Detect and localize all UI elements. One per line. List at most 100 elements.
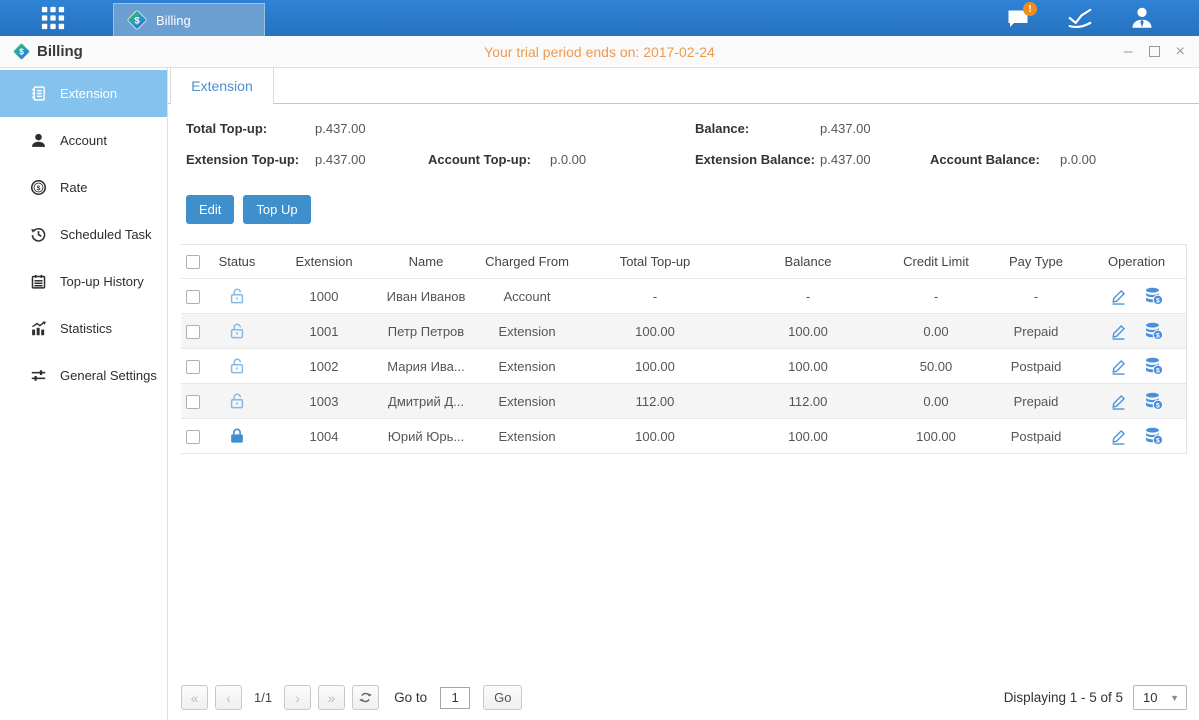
cell-balance: 100.00 <box>729 429 887 444</box>
refresh-icon <box>358 690 373 705</box>
cell-total-topup: - <box>581 289 729 304</box>
sidebar-item-account[interactable]: Account <box>0 117 167 164</box>
dollar-circle-icon: $ <box>30 179 47 196</box>
page-size-select[interactable]: 10 ▼ <box>1133 685 1187 710</box>
maximize-button[interactable] <box>1149 46 1160 57</box>
row-checkbox[interactable] <box>186 395 200 409</box>
user-menu-button[interactable] <box>1125 4 1159 32</box>
topup-button[interactable]: Top Up <box>243 195 310 224</box>
cell-name: Иван Иванов <box>379 289 473 304</box>
page-indicator: 1/1 <box>254 690 272 705</box>
row-topup-button[interactable]: $ <box>1144 426 1164 446</box>
cell-charged-from: Extension <box>473 429 581 444</box>
status-cell <box>205 321 269 341</box>
col-operation: Operation <box>1087 254 1186 269</box>
account-topup-value: p.0.00 <box>550 152 586 167</box>
app-launcher-button[interactable] <box>33 0 73 36</box>
sliders-icon <box>30 367 47 384</box>
row-topup-button[interactable]: $ <box>1144 391 1164 411</box>
row-checkbox[interactable] <box>186 360 200 374</box>
row-edit-button[interactable] <box>1109 322 1128 341</box>
table-header: Status Extension Name Charged From Total… <box>181 244 1186 279</box>
lock-open-icon <box>227 321 247 341</box>
select-all-checkbox[interactable] <box>186 255 200 269</box>
calendar-icon <box>30 273 47 290</box>
row-edit-button[interactable] <box>1109 357 1128 376</box>
extension-balance-value: p.437.00 <box>820 152 871 167</box>
row-topup-button[interactable]: $ <box>1144 321 1164 341</box>
messages-button[interactable]: ! <box>1001 4 1035 32</box>
sidebar-item-label: Account <box>60 133 107 148</box>
cell-pay-type: - <box>985 289 1087 304</box>
sidebar-item-label: Top-up History <box>60 274 144 289</box>
lock-open-icon <box>227 356 247 376</box>
sidebar-item-general-settings[interactable]: General Settings <box>0 352 167 399</box>
row-topup-button[interactable]: $ <box>1144 286 1164 306</box>
cell-charged-from: Extension <box>473 324 581 339</box>
lock-closed-icon <box>227 426 247 446</box>
cell-extension: 1004 <box>269 429 379 444</box>
clock-history-icon <box>30 226 47 243</box>
col-pay-type: Pay Type <box>985 254 1087 269</box>
col-extension: Extension <box>269 254 379 269</box>
account-balance-value: p.0.00 <box>1060 152 1096 167</box>
row-edit-button[interactable] <box>1109 427 1128 446</box>
account-balance-label: Account Balance: <box>930 152 1040 167</box>
col-balance: Balance <box>729 254 887 269</box>
edit-button[interactable]: Edit <box>186 195 234 224</box>
next-page-button[interactable]: › <box>284 685 311 710</box>
cell-extension: 1000 <box>269 289 379 304</box>
pencil-icon <box>1109 427 1128 446</box>
taskbar-tab-billing[interactable]: $ Billing <box>113 3 265 36</box>
col-status: Status <box>205 254 269 269</box>
cell-charged-from: Account <box>473 289 581 304</box>
topbar: $ Billing ! <box>0 0 1199 36</box>
extension-balance-label: Extension Balance: <box>695 152 815 167</box>
svg-text:$: $ <box>1156 368 1160 375</box>
first-page-button[interactable]: « <box>181 685 208 710</box>
row-edit-button[interactable] <box>1109 287 1128 306</box>
goto-label: Go to <box>394 690 427 705</box>
trial-notice: Your trial period ends on: 2017-02-24 <box>0 44 1199 60</box>
main-content: Extension Total Top-up: p.437.00 Balance… <box>168 68 1199 720</box>
col-total-topup: Total Top-up <box>581 254 729 269</box>
reports-button[interactable] <box>1063 4 1097 32</box>
sidebar-item-scheduled-task[interactable]: Scheduled Task <box>0 211 167 258</box>
status-cell <box>205 391 269 411</box>
table-row: 1004 Юрий Юрь... Extension 100.00 100.00… <box>181 419 1186 454</box>
prev-page-button[interactable]: ‹ <box>215 685 242 710</box>
sidebar-item-label: Rate <box>60 180 87 195</box>
cell-credit-limit: 100.00 <box>887 429 985 444</box>
close-button[interactable]: × <box>1176 44 1185 60</box>
sidebar-item-extension[interactable]: Extension <box>0 70 167 117</box>
refresh-button[interactable] <box>352 685 379 710</box>
toolbar: Edit Top Up <box>186 195 1199 224</box>
grid-icon <box>39 4 67 32</box>
sidebar-item-statistics[interactable]: Statistics <box>0 305 167 352</box>
sidebar-item-rate[interactable]: $ Rate <box>0 164 167 211</box>
row-checkbox[interactable] <box>186 430 200 444</box>
minimize-button[interactable]: – <box>1124 44 1133 60</box>
statistics-icon <box>30 320 47 337</box>
tab-label: Extension <box>191 78 252 94</box>
total-topup-label: Total Top-up: <box>186 121 267 136</box>
cell-name: Дмитрий Д... <box>379 394 473 409</box>
extension-table: Status Extension Name Charged From Total… <box>181 244 1187 454</box>
row-edit-button[interactable] <box>1109 392 1128 411</box>
status-cell <box>205 356 269 376</box>
tab-extension[interactable]: Extension <box>170 68 274 104</box>
table-row: 1002 Мария Ива... Extension 100.00 100.0… <box>181 349 1186 384</box>
cell-extension: 1003 <box>269 394 379 409</box>
lock-open-icon <box>227 286 247 306</box>
cell-pay-type: Postpaid <box>985 359 1087 374</box>
col-credit-limit: Credit Limit <box>887 254 985 269</box>
last-page-button[interactable]: » <box>318 685 345 710</box>
sidebar-item-topup-history[interactable]: Top-up History <box>0 258 167 305</box>
table-row: 1003 Дмитрий Д... Extension 112.00 112.0… <box>181 384 1186 419</box>
go-button[interactable]: Go <box>483 685 522 710</box>
cell-credit-limit: - <box>887 289 985 304</box>
goto-page-input[interactable] <box>440 687 470 709</box>
row-checkbox[interactable] <box>186 325 200 339</box>
row-topup-button[interactable]: $ <box>1144 356 1164 376</box>
row-checkbox[interactable] <box>186 290 200 304</box>
